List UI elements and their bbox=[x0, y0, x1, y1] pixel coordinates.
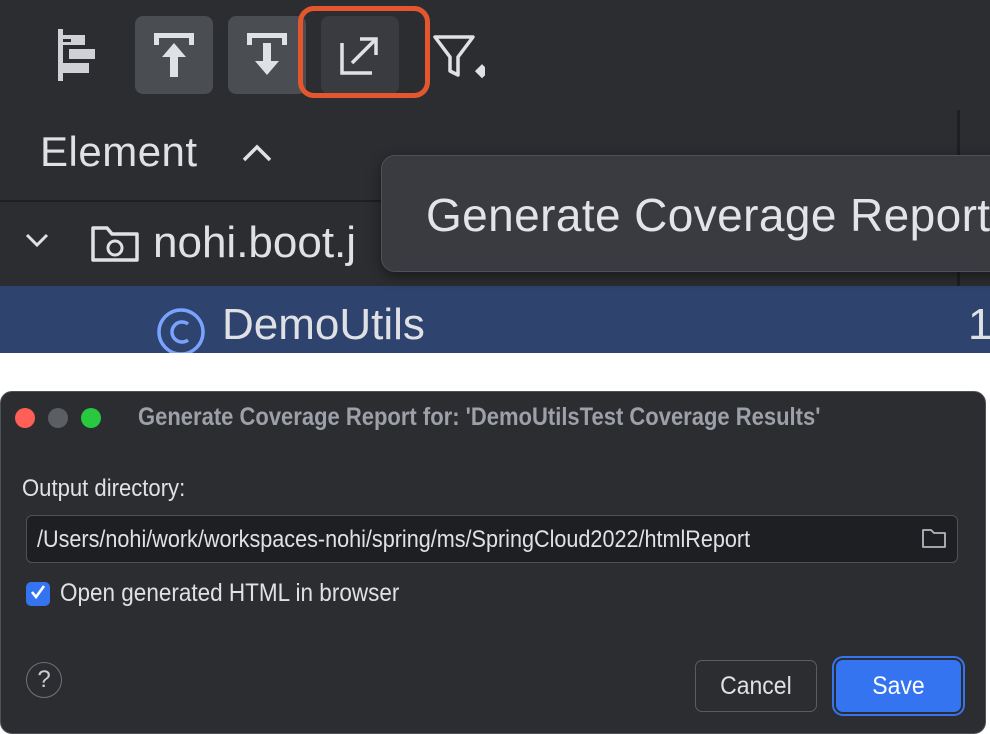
sort-ascending-icon[interactable] bbox=[240, 142, 274, 169]
export-icon bbox=[245, 31, 289, 79]
cancel-button[interactable]: Cancel bbox=[695, 660, 817, 712]
output-directory-field[interactable]: /Users/nohi/work/workspaces-nohi/spring/… bbox=[26, 515, 958, 563]
class-icon bbox=[155, 306, 207, 353]
highlight-annotation bbox=[298, 6, 430, 98]
output-directory-label: Output directory: bbox=[22, 475, 186, 502]
window-close-button[interactable] bbox=[15, 408, 35, 428]
help-button[interactable]: ? bbox=[26, 662, 62, 698]
chevron-down-icon[interactable] bbox=[24, 230, 50, 255]
tooltip: Generate Coverage Report bbox=[381, 155, 990, 272]
class-name: DemoUtils bbox=[222, 300, 425, 349]
column-header-element[interactable]: Element bbox=[40, 128, 198, 176]
window-maximize-button[interactable] bbox=[81, 408, 101, 428]
filter-button[interactable] bbox=[420, 16, 490, 94]
package-name: nohi.boot.j bbox=[153, 218, 357, 267]
tooltip-text: Generate Coverage Report bbox=[426, 189, 990, 241]
import-icon bbox=[152, 31, 196, 79]
flatten-packages-button[interactable] bbox=[38, 16, 116, 94]
export-button[interactable] bbox=[228, 16, 306, 94]
output-directory-value[interactable]: /Users/nohi/work/workspaces-nohi/spring/… bbox=[37, 526, 750, 554]
flatten-packages-icon bbox=[54, 27, 100, 83]
open-in-browser-checkbox[interactable] bbox=[26, 582, 50, 606]
class-coverage-value: 1 bbox=[968, 300, 990, 349]
checkmark-icon bbox=[30, 584, 46, 605]
package-folder-icon bbox=[90, 222, 140, 269]
dialog-title: Generate Coverage Report for: 'DemoUtils… bbox=[138, 403, 821, 431]
coverage-tool-window: Element nohi.boot.j DemoUtils 1 Generate… bbox=[0, 0, 990, 353]
tree-row-class-selected[interactable] bbox=[0, 286, 990, 353]
open-in-browser-label[interactable]: Open generated HTML in browser bbox=[60, 579, 399, 608]
save-button-label: Save bbox=[872, 671, 925, 700]
cancel-button-label: Cancel bbox=[720, 671, 792, 700]
browse-folder-icon[interactable] bbox=[921, 527, 947, 554]
window-minimize-button[interactable] bbox=[48, 408, 68, 428]
import-button[interactable] bbox=[135, 16, 213, 94]
save-button[interactable]: Save bbox=[836, 660, 961, 712]
filter-icon bbox=[425, 25, 485, 85]
